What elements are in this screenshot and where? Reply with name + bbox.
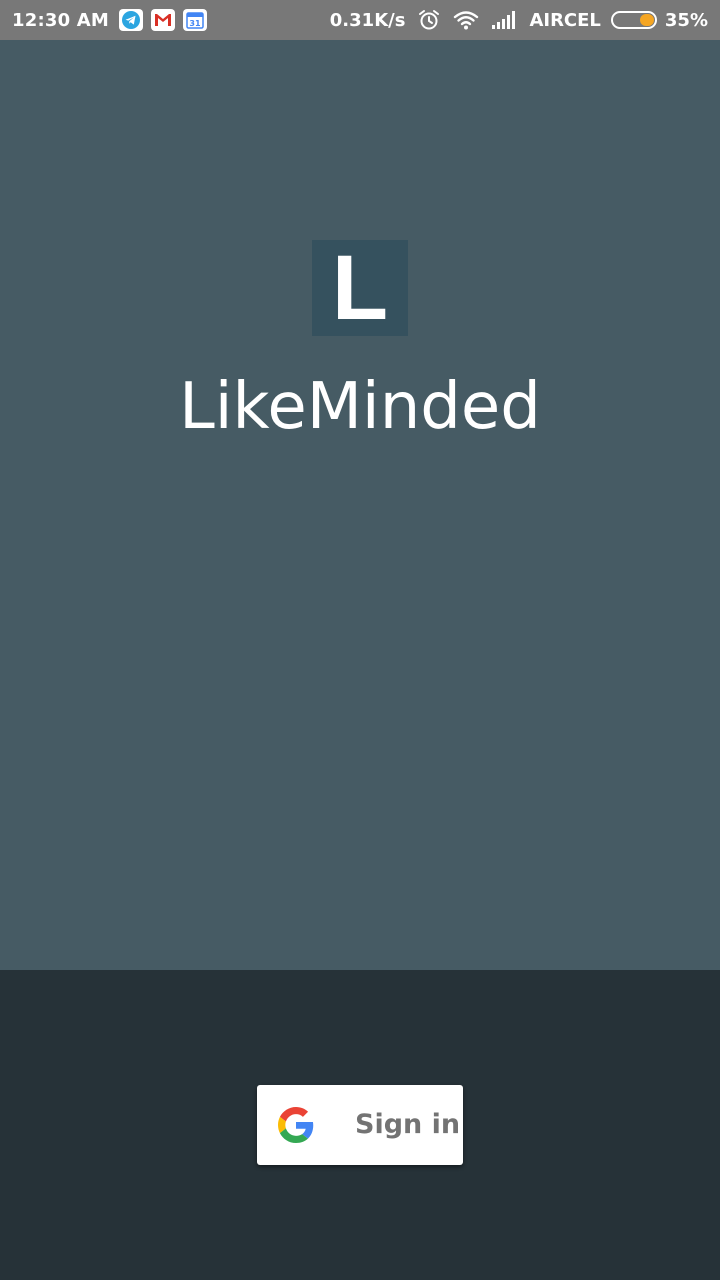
battery-level: [639, 14, 654, 26]
gmail-icon: [151, 9, 176, 31]
telegram-icon: [119, 9, 144, 31]
app-screen: 12:30 AM 31 0.31K/s AIRCEL 35% L LikeMin…: [0, 0, 720, 1280]
status-right: 0.31K/s AIRCEL 35%: [330, 8, 708, 32]
status-bar: 12:30 AM 31 0.31K/s AIRCEL 35%: [0, 0, 720, 40]
status-left: 12:30 AM 31: [12, 9, 215, 31]
network-speed: 0.31K/s: [329, 9, 406, 31]
signal-icon: [491, 10, 517, 30]
splash-section: L LikeMinded: [0, 40, 720, 970]
battery-percent: 35%: [664, 9, 708, 31]
status-time: 12:30 AM: [12, 9, 110, 31]
battery-icon: [610, 11, 657, 29]
app-logo: L: [312, 240, 408, 336]
app-title: LikeMinded: [179, 370, 541, 444]
google-icon: [278, 1107, 314, 1143]
svg-text:31: 31: [189, 19, 201, 28]
sign-in-label: Sign in: [355, 1109, 461, 1140]
bottom-section: Sign in: [0, 970, 720, 1280]
logo-letter: L: [331, 237, 389, 339]
carrier-name: AIRCEL: [529, 9, 601, 31]
google-sign-in-button[interactable]: Sign in: [257, 1085, 463, 1165]
alarm-icon: [417, 8, 441, 32]
wifi-icon: [453, 9, 479, 31]
calendar-icon: 31: [183, 9, 208, 31]
